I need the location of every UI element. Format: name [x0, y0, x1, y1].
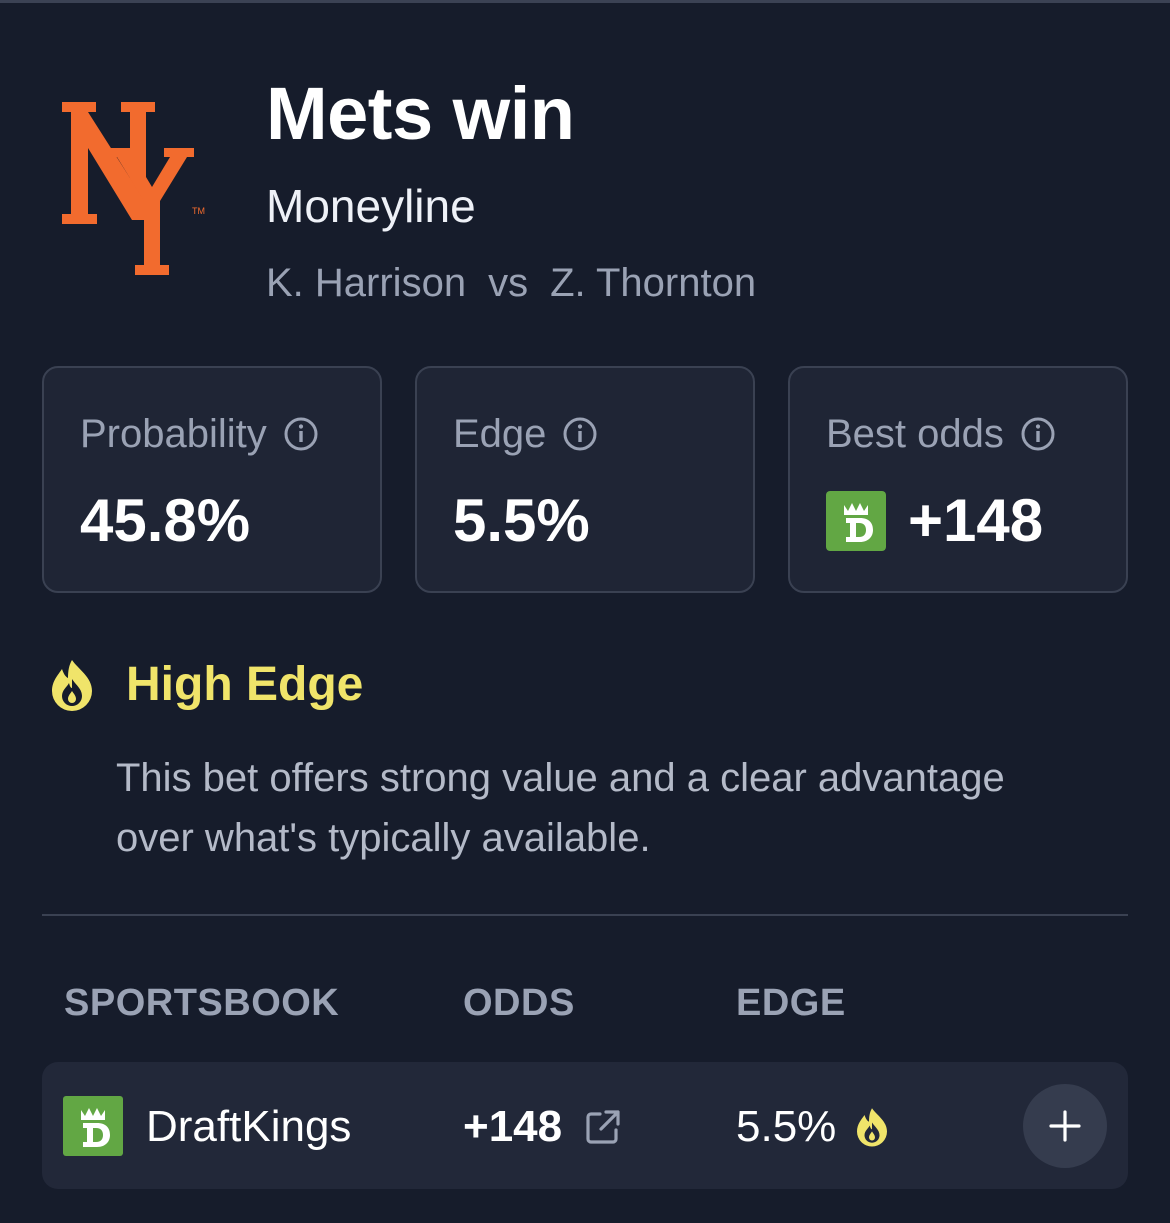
- table-row[interactable]: DraftKings +148 5.5%: [42, 1062, 1128, 1189]
- section-divider: [42, 914, 1128, 916]
- mets-logo-icon: TM: [62, 102, 205, 275]
- vs-label: vs: [488, 261, 529, 305]
- flame-icon: [857, 1108, 888, 1147]
- column-header-edge: EDGE: [736, 982, 846, 1024]
- add-bet-button[interactable]: [1023, 1084, 1107, 1168]
- svg-text:TM: TM: [192, 206, 205, 216]
- pitcher-a: K. Harrison: [266, 261, 467, 305]
- probability-label: Probability: [80, 410, 319, 458]
- edge-label: Edge: [453, 410, 598, 458]
- plus-icon: [1049, 1110, 1081, 1142]
- external-link-icon[interactable]: [584, 1108, 622, 1146]
- page-title: Mets win: [266, 72, 575, 155]
- top-border: [0, 0, 1170, 3]
- column-header-odds: ODDS: [463, 982, 575, 1024]
- high-edge-title: High Edge: [126, 658, 364, 711]
- info-icon[interactable]: [562, 416, 598, 452]
- probability-card: Probability 45.8%: [42, 366, 382, 593]
- odds-link[interactable]: +148: [463, 1102, 622, 1152]
- draftkings-logo-icon: [63, 1096, 123, 1156]
- edge-card: Edge 5.5%: [415, 366, 755, 593]
- best-odds-label: Best odds: [826, 410, 1056, 458]
- bet-type: Moneyline: [266, 180, 476, 232]
- bet-detail-page: TM Mets win Moneyline K. Harrison vs Z. …: [0, 0, 1170, 1223]
- info-icon[interactable]: [1020, 416, 1056, 452]
- edge-value: 5.5%: [736, 1102, 837, 1151]
- probability-value: 45.8%: [80, 487, 251, 554]
- edge-value: 5.5%: [453, 487, 590, 554]
- flame-icon: [52, 660, 92, 711]
- sportsbook-name: DraftKings: [146, 1102, 352, 1151]
- best-odds-value: +148: [826, 486, 1043, 556]
- info-icon[interactable]: [283, 416, 319, 452]
- best-odds-card: Best odds +148: [788, 366, 1128, 593]
- draftkings-logo-icon: [826, 491, 886, 551]
- column-header-sportsbook: SPORTSBOOK: [64, 982, 340, 1024]
- edge-cell: 5.5%: [736, 1102, 890, 1152]
- matchup: K. Harrison vs Z. Thornton: [266, 258, 756, 308]
- pitcher-b: Z. Thornton: [550, 261, 757, 305]
- high-edge-header: High Edge: [48, 656, 363, 714]
- odds-value: +148: [463, 1102, 563, 1151]
- high-edge-description: This bet offers strong value and a clear…: [116, 756, 1005, 860]
